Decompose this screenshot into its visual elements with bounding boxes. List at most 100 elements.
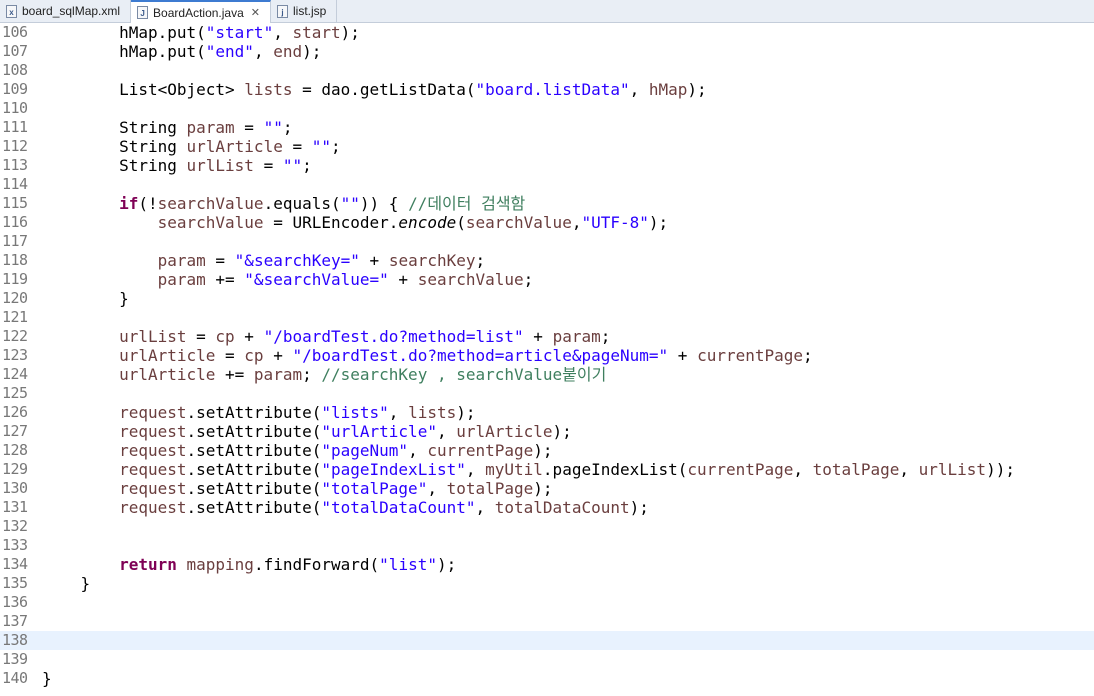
code-line[interactable]: 111 String param = ""; (0, 118, 1094, 137)
code-token: .setAttribute( (186, 479, 322, 498)
code-line[interactable]: 128 request.setAttribute("pageNum", curr… (0, 441, 1094, 460)
line-number: 130 (2, 479, 28, 497)
code-line[interactable]: 139 (0, 650, 1094, 669)
code-line[interactable]: 138 (0, 631, 1094, 650)
code-line[interactable]: 130 request.setAttribute("totalPage", to… (0, 479, 1094, 498)
code-line[interactable]: 133 (0, 536, 1094, 555)
code-token: ; (475, 251, 486, 270)
code-line[interactable]: 107 hMap.put("end", end); (0, 42, 1094, 61)
code-token: "end" (205, 42, 254, 61)
code-token: mapping (186, 555, 254, 574)
code-token: param (186, 118, 235, 137)
code-token: ); (552, 422, 572, 441)
line-number: 114 (2, 175, 28, 193)
code-line[interactable]: 122 urlList = cp + "/boardTest.do?method… (0, 327, 1094, 346)
code-token: ; (331, 137, 341, 156)
code-token: urlList (119, 327, 187, 346)
line-code: } (42, 669, 52, 688)
line-number: 129 (2, 460, 28, 478)
code-editor[interactable]: 106 hMap.put("start", start); 107 hMap.pu… (0, 23, 1094, 696)
code-token: "list" (379, 555, 437, 574)
code-line[interactable]: 109 List<Object> lists = dao.getListData… (0, 80, 1094, 99)
code-token: request (119, 479, 187, 498)
code-line[interactable]: 113 String urlList = ""; (0, 156, 1094, 175)
code-line[interactable]: 121 (0, 308, 1094, 327)
code-line[interactable]: 115 if(!searchValue.equals("")) { //데이터 … (0, 194, 1094, 213)
code-token: "&searchValue=" (244, 270, 389, 289)
line-code: hMap.put("end", end); (42, 42, 321, 61)
tab-board-sqlmap-xml[interactable]: x board_sqlMap.xml (0, 0, 132, 22)
tab-label: list.jsp (293, 4, 327, 18)
code-line[interactable]: 123 urlArticle = cp + "/boardTest.do?met… (0, 346, 1094, 365)
code-token: + (523, 327, 553, 346)
line-code: return mapping.findForward("list"); (42, 555, 456, 574)
code-token: searchValue (417, 270, 524, 289)
code-token: + (234, 327, 264, 346)
line-number: 139 (2, 650, 28, 668)
code-line[interactable]: 112 String urlArticle = ""; (0, 137, 1094, 156)
code-token: = (253, 156, 283, 175)
code-token: + (388, 270, 418, 289)
line-number: 128 (2, 441, 28, 459)
code-line[interactable]: 119 param += "&searchValue=" + searchVal… (0, 270, 1094, 289)
code-line[interactable]: 120 } (0, 289, 1094, 308)
close-icon[interactable]: ✕ (251, 6, 260, 19)
line-number: 118 (2, 251, 28, 269)
line-code: request.setAttribute("totalDataCount", t… (42, 498, 649, 517)
code-token: if (119, 194, 139, 213)
code-token: request (119, 460, 187, 479)
code-token: ; (803, 346, 813, 365)
code-line[interactable]: 132 (0, 517, 1094, 536)
code-token: request (119, 498, 187, 517)
code-token: String (42, 156, 187, 175)
code-line[interactable]: 116 searchValue = URLEncoder.encode(sear… (0, 213, 1094, 232)
code-line[interactable]: 126 request.setAttribute("lists", lists)… (0, 403, 1094, 422)
code-token: List<Object> (42, 80, 245, 99)
code-line[interactable]: 135 } (0, 574, 1094, 593)
tab-list-jsp[interactable]: j list.jsp (271, 0, 338, 22)
code-token: + (263, 346, 293, 365)
code-line[interactable]: 108 (0, 61, 1094, 80)
code-line[interactable]: 134 return mapping.findForward("list"); (0, 555, 1094, 574)
code-line[interactable]: 118 param = "&searchKey=" + searchKey; (0, 251, 1094, 270)
line-number: 111 (2, 118, 28, 136)
line-code: String param = ""; (42, 118, 292, 137)
code-token: start (292, 23, 341, 42)
code-token: .setAttribute( (186, 422, 322, 441)
code-line[interactable]: 106 hMap.put("start", start); (0, 23, 1094, 42)
code-token: searchKey (388, 251, 476, 270)
code-token: .setAttribute( (186, 498, 322, 517)
code-line[interactable]: 129 request.setAttribute("pageIndexList"… (0, 460, 1094, 479)
code-token: ( (456, 213, 466, 232)
line-number: 140 (2, 669, 28, 687)
code-line[interactable]: 110 (0, 99, 1094, 118)
code-token: )) { (359, 194, 409, 213)
code-token: "pageIndexList" (321, 460, 466, 479)
code-token: "board.listData" (475, 80, 630, 99)
code-line[interactable]: 117 (0, 232, 1094, 251)
code-line[interactable]: 125 (0, 384, 1094, 403)
code-token: searchValue (157, 194, 264, 213)
code-line[interactable]: 131 request.setAttribute("totalDataCount… (0, 498, 1094, 517)
code-token: hMap.put( (42, 23, 206, 42)
code-token: , (629, 80, 649, 99)
code-line[interactable]: 114 (0, 175, 1094, 194)
code-line[interactable]: 136 (0, 593, 1094, 612)
code-token: "pageNum" (321, 441, 409, 460)
code-token: ; (302, 365, 322, 384)
code-line[interactable]: 127 request.setAttribute("urlArticle", u… (0, 422, 1094, 441)
line-number: 121 (2, 308, 28, 326)
line-number: 126 (2, 403, 28, 421)
code-line[interactable]: 124 urlArticle += param; //searchKey , s… (0, 365, 1094, 384)
code-token: encode (398, 213, 457, 232)
code-line[interactable]: 140} (0, 669, 1094, 688)
tab-boardaction-java[interactable]: J BoardAction.java ✕ (131, 0, 271, 23)
code-line[interactable]: 137 (0, 612, 1094, 631)
code-token: .pageIndexList( (542, 460, 688, 479)
code-token: = URLEncoder. (263, 213, 399, 232)
